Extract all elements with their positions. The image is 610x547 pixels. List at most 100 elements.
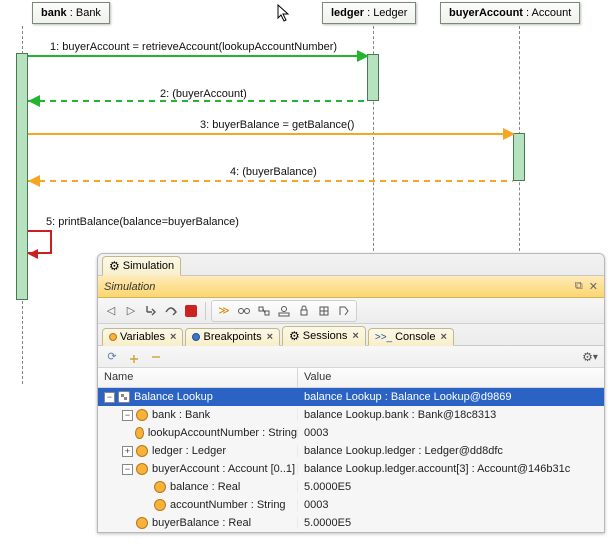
subtab-strip: Variables × Breakpoints × Sessions × >>_… — [98, 324, 604, 346]
message-4-arrowhead — [28, 175, 40, 187]
expand-button[interactable] — [126, 349, 142, 365]
subtab-sessions[interactable]: Sessions × — [282, 326, 366, 346]
subtab-label: Sessions — [303, 330, 348, 342]
tab-simulation[interactable]: Simulation — [102, 256, 181, 276]
row-value: 5.0000E5 — [298, 481, 604, 493]
lifeline-ledger[interactable]: ledger : Ledger — [322, 2, 416, 24]
options-button[interactable] — [582, 349, 598, 365]
table-row[interactable]: −buyerAccount : Account [0..1]balance Lo… — [98, 460, 604, 478]
property-icon — [136, 463, 148, 475]
subtab-console[interactable]: >>_ Console × — [368, 328, 454, 346]
toolbar-separator — [205, 302, 206, 320]
subtab-variables[interactable]: Variables × — [102, 328, 183, 346]
message-3-arrow — [28, 133, 513, 135]
step-over-button[interactable] — [162, 302, 180, 320]
stop-button[interactable] — [182, 302, 200, 320]
row-name: ledger : Ledger — [152, 445, 226, 457]
table-row[interactable]: − bank : Bank balance Lookup.bank : Bank@1… — [98, 406, 604, 424]
panel-title: Simulation — [104, 281, 569, 293]
subtab-label: Variables — [120, 331, 165, 343]
lifeline-name: bank — [41, 7, 67, 19]
row-value: balance Lookup : Balance Lookup@d9869 — [298, 391, 604, 403]
message-1-arrow — [28, 55, 367, 57]
row-name: balance : Real — [170, 481, 240, 493]
column-name[interactable]: Name — [98, 368, 298, 387]
table-body[interactable]: −Balance Lookupbalance Lookup : Balance … — [98, 388, 604, 532]
panel-tab-strip: Simulation — [98, 254, 604, 276]
step-back-button[interactable]: ◁ — [102, 302, 120, 320]
tool-lock-button[interactable] — [295, 302, 313, 320]
tool-d-button[interactable] — [315, 302, 333, 320]
table-row[interactable]: balance : Real 5.0000E5 — [98, 478, 604, 496]
lifeline-name: buyerAccount — [449, 7, 523, 19]
property-icon — [136, 517, 148, 529]
variables-toolbar: ⟳ — [98, 346, 604, 368]
message-4-label: 4: (buyerBalance) — [230, 166, 317, 178]
animate-button[interactable]: ≫ — [215, 302, 233, 320]
message-1-label: 1: buyerAccount = retrieveAccount(lookup… — [50, 41, 337, 53]
property-icon — [154, 499, 166, 511]
row-value: balance Lookup.bank : Bank@18c8313 — [298, 409, 604, 421]
message-2-label: 2: (buyerAccount) — [160, 88, 247, 100]
tree-toggle[interactable]: + — [122, 446, 133, 457]
close-panel-icon[interactable]: ✕ — [589, 280, 598, 293]
activation-bank — [16, 53, 28, 300]
collapse-button[interactable] — [148, 349, 164, 365]
lifeline-type: Bank — [76, 7, 101, 19]
tree-toggle[interactable]: − — [122, 464, 133, 475]
message-4-arrow — [28, 180, 513, 182]
message-2-arrow — [28, 100, 367, 102]
simulation-toolbar: ◁ ▷ ≫ — [98, 298, 604, 324]
refresh-button[interactable]: ⟳ — [104, 349, 120, 365]
tool-b-button[interactable] — [255, 302, 273, 320]
subtab-label: Console — [395, 331, 435, 343]
close-icon[interactable]: × — [267, 331, 273, 343]
row-value: 5.0000E5 — [298, 517, 604, 529]
restore-icon[interactable]: ⧉ — [575, 280, 583, 293]
row-value: 0003 — [298, 427, 604, 439]
property-icon — [135, 427, 143, 439]
tool-step-button[interactable] — [335, 302, 353, 320]
subtab-breakpoints[interactable]: Breakpoints × — [185, 328, 280, 346]
step-into-button[interactable] — [142, 302, 160, 320]
tree-toggle[interactable]: − — [104, 392, 115, 403]
panel-title-bar: Simulation ⧉ ✕ — [98, 276, 604, 298]
close-icon[interactable]: × — [170, 331, 176, 343]
table-row[interactable]: buyerBalance : Real 5.0000E5 — [98, 514, 604, 532]
play-button[interactable]: ▷ — [122, 302, 140, 320]
bullet-icon — [192, 333, 200, 341]
cursor-icon — [277, 4, 291, 27]
tree-toggle[interactable]: − — [122, 410, 133, 421]
message-3-label: 3: buyerBalance = getBalance() — [200, 119, 354, 131]
table-header: Name Value — [98, 368, 604, 388]
subtab-label: Breakpoints — [203, 331, 261, 343]
row-name: bank : Bank — [152, 409, 210, 421]
tab-label: Simulation — [123, 260, 174, 272]
property-icon — [154, 481, 166, 493]
close-icon[interactable]: × — [440, 331, 446, 343]
table-row[interactable]: lookupAccountNumber : String0003 — [98, 424, 604, 442]
row-name: Balance Lookup — [134, 391, 213, 403]
table-row[interactable]: +ledger : Ledgerbalance Lookup.ledger : … — [98, 442, 604, 460]
table-row[interactable]: accountNumber : String0003 — [98, 496, 604, 514]
row-name: buyerAccount : Account [0..1] — [152, 463, 295, 475]
lifeline-bank[interactable]: bank : Bank — [32, 2, 110, 24]
row-name: lookupAccountNumber : String — [148, 427, 297, 439]
lifeline-buyer-account[interactable]: buyerAccount : Account — [440, 2, 580, 24]
tool-c-button[interactable] — [275, 302, 293, 320]
property-icon — [136, 445, 148, 457]
tool-a-button[interactable] — [235, 302, 253, 320]
column-value[interactable]: Value — [298, 368, 604, 387]
console-icon: >>_ — [375, 332, 392, 343]
property-icon — [136, 409, 148, 421]
row-name: buyerBalance : Real — [152, 517, 251, 529]
message-3-arrowhead — [503, 128, 515, 140]
lifeline-type: Account — [532, 7, 572, 19]
table-row[interactable]: − Balance Lookup balance Lookup : Balance … — [98, 388, 604, 406]
bullet-icon — [109, 333, 117, 341]
row-name: accountNumber : String — [170, 499, 286, 511]
lifeline-name: ledger — [331, 7, 364, 19]
close-icon[interactable]: × — [352, 330, 358, 342]
gear-icon — [109, 259, 120, 273]
message-2-arrowhead — [28, 95, 40, 107]
